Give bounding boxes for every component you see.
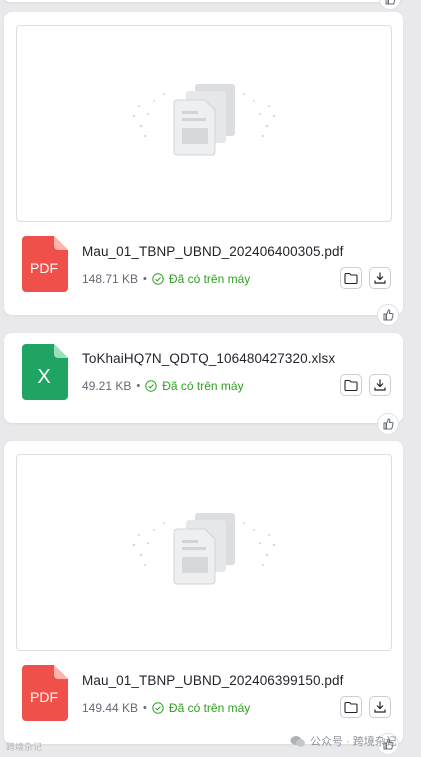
- file-card-2[interactable]: X ToKhaiHQ7N_QDTQ_106480427320.xlsx 49.2…: [4, 333, 403, 423]
- thumbs-up-icon: [383, 418, 394, 430]
- status-text: Đã có trên máy: [162, 379, 244, 393]
- pdf-file-icon: PDF: [22, 236, 68, 292]
- check-circle-icon: [152, 702, 164, 714]
- watermark-right: 公众号 · 跨境杂记: [290, 733, 397, 749]
- watermark-left: 跨境杂记: [6, 742, 43, 752]
- document-placeholder-icon: [132, 512, 276, 584]
- file-card-3[interactable]: PDF Mau_01_TBNP_UBND_202406399150.pdf 14…: [4, 441, 403, 744]
- check-circle-icon: [145, 380, 157, 392]
- svg-text:PDF: PDF: [30, 260, 58, 276]
- open-folder-button[interactable]: [340, 267, 362, 289]
- folder-icon: [344, 701, 358, 713]
- svg-text:PDF: PDF: [30, 689, 58, 705]
- file-name[interactable]: ToKhaiHQ7N_QDTQ_106480427320.xlsx: [82, 351, 335, 366]
- download-status: Đã có trên máy: [152, 701, 250, 715]
- file-size: 49.21 KB: [82, 379, 132, 393]
- separator-dot: •: [143, 273, 147, 285]
- reaction-button[interactable]: [377, 304, 399, 326]
- download-button[interactable]: [369, 696, 391, 718]
- wechat-icon: [290, 735, 305, 747]
- svg-text:X: X: [37, 366, 50, 388]
- download-button[interactable]: [369, 374, 391, 396]
- file-size: 148.71 KB: [82, 272, 139, 286]
- separator-dot: •: [143, 702, 147, 714]
- message-card-partial: [4, 0, 403, 2]
- check-circle-icon: [152, 273, 164, 285]
- file-card-1[interactable]: PDF Mau_01_TBNP_UBND_202406400305.pdf 14…: [4, 12, 403, 315]
- reaction-button[interactable]: [379, 0, 401, 10]
- excel-file-icon: X: [22, 344, 68, 400]
- thumbs-up-icon: [385, 0, 396, 5]
- file-meta: 148.71 KB • Đã có trên máy: [82, 272, 250, 286]
- open-folder-button[interactable]: [340, 696, 362, 718]
- download-status: Đã có trên máy: [152, 272, 250, 286]
- file-meta: 49.21 KB • Đã có trên máy: [82, 379, 244, 393]
- file-size: 149.44 KB: [82, 701, 139, 715]
- download-button[interactable]: [369, 267, 391, 289]
- watermark-text: 公众号 · 跨境杂记: [310, 736, 397, 748]
- thumbs-up-icon: [383, 309, 394, 321]
- file-preview[interactable]: [16, 454, 392, 651]
- folder-icon: [344, 379, 358, 391]
- file-preview[interactable]: [16, 25, 392, 222]
- file-name[interactable]: Mau_01_TBNP_UBND_202406399150.pdf: [82, 673, 343, 688]
- download-icon: [374, 272, 386, 284]
- file-name[interactable]: Mau_01_TBNP_UBND_202406400305.pdf: [82, 244, 343, 259]
- open-folder-button[interactable]: [340, 374, 362, 396]
- status-text: Đã có trên máy: [168, 272, 251, 286]
- file-meta: 149.44 KB • Đã có trên máy: [82, 701, 250, 715]
- download-status: Đã có trên máy: [145, 379, 244, 393]
- folder-icon: [344, 272, 358, 284]
- document-placeholder-icon: [132, 83, 276, 155]
- download-icon: [374, 701, 386, 713]
- download-icon: [374, 379, 386, 391]
- separator-dot: •: [136, 380, 141, 392]
- pdf-file-icon: PDF: [22, 665, 68, 721]
- reaction-button[interactable]: [377, 413, 399, 435]
- status-text: Đã có trên máy: [168, 701, 251, 715]
